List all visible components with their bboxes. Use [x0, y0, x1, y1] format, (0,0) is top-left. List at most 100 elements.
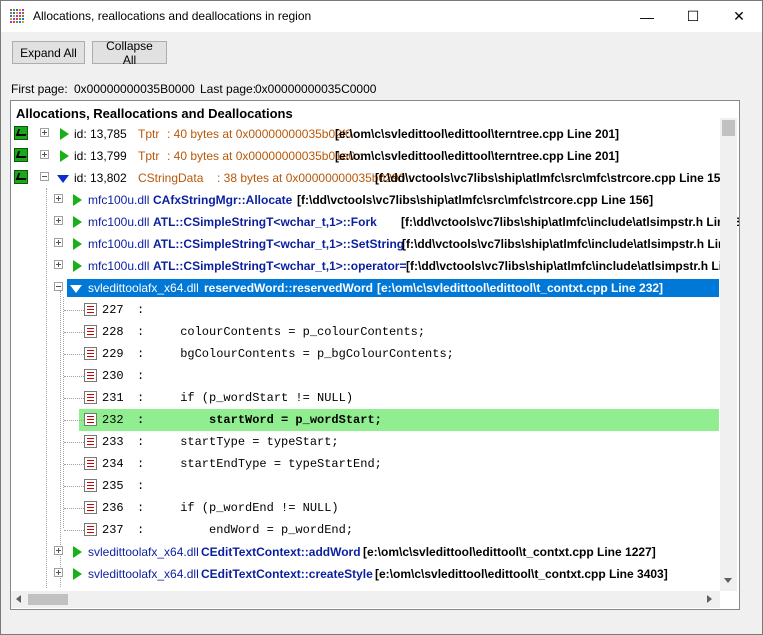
alloc-row[interactable]: id: 13,785 Tptr : 40 bytes at 0x00000000… — [11, 123, 719, 145]
expanded-arrow-icon — [57, 175, 69, 183]
frame-location: [f:\dd\vctools\vc7libs\ship\atlmfc\inclu… — [406, 259, 723, 273]
expand-icon[interactable] — [54, 238, 63, 247]
source-line-row[interactable]: 228 : colourContents = p_colourContents; — [11, 321, 719, 343]
stack-frame-row[interactable]: mfc100u.dll ATL::CSimpleStringT<wchar_t,… — [11, 233, 725, 255]
source-code-text: : — [137, 369, 145, 383]
stack-frame-row[interactable]: svledittoolafx_x64.dll CEditTextContext:… — [11, 541, 719, 563]
frame-dll: svledittoolafx_x64.dll — [88, 281, 199, 295]
line-number: 231 — [102, 391, 124, 405]
stack-frame-row[interactable]: mfc100u.dll ATL::CSimpleStringT<wchar_t,… — [11, 255, 723, 277]
first-page-value: 0x00000000035B0000 — [74, 82, 195, 96]
source-line-row[interactable]: 236: if (p_wordEnd != NULL) — [11, 497, 719, 519]
alloc-row[interactable]: id: 13,799 Tptr : 40 bytes at 0x00000000… — [11, 145, 719, 167]
source-line-row[interactable]: 229 : bgColourContents = p_bgColourConten… — [11, 343, 719, 365]
collapse-all-button[interactable]: Collapse All — [92, 39, 167, 67]
source-line-icon — [84, 391, 97, 404]
play-arrow-icon — [60, 128, 69, 140]
alloc-type: CStringData — [138, 171, 204, 185]
scroll-left-arrow-icon[interactable] — [16, 595, 21, 603]
line-number: 229 — [102, 347, 124, 361]
minimize-button[interactable]: — — [624, 1, 670, 32]
expanded-arrow-icon — [70, 285, 82, 293]
frame-function: ATL::CSimpleStringT<wchar_t,1>::SetStrin… — [153, 237, 405, 251]
source-line-icon — [84, 457, 97, 470]
line-number: 227 — [102, 303, 124, 317]
horizontal-scrollbar[interactable] — [11, 591, 720, 608]
tree-connector — [64, 420, 84, 421]
line-number: 236 — [102, 501, 124, 515]
alloc-location: [f:\dd\vctools\vc7libs\ship\atlmfc\src\m… — [375, 171, 721, 185]
frame-location: [e:\om\c\svledittool\edittool\t_contxt.c… — [363, 545, 656, 559]
source-line-icon — [84, 369, 97, 382]
alloc-location: [e:\om\c\svledittool\edittool\terntree.c… — [335, 149, 620, 163]
allocation-tree[interactable]: Allocations, Reallocations and Deallocat… — [10, 100, 740, 610]
expand-icon[interactable] — [54, 194, 63, 203]
main-window: Allocations, reallocations and deallocat… — [0, 0, 763, 635]
maximize-button[interactable]: ☐ — [670, 1, 716, 32]
source-line-icon — [84, 413, 97, 426]
scroll-down-arrow-icon[interactable] — [724, 578, 732, 583]
expand-icon[interactable] — [54, 568, 63, 577]
play-arrow-icon — [73, 568, 82, 580]
tree-connector — [64, 332, 84, 333]
alloc-size: : 40 bytes at 0x00000000035b02f0 : — [167, 127, 359, 141]
stack-frame-row[interactable]: svledittoolafx_x64.dll CEditTextContext:… — [11, 563, 719, 585]
frame-function: ATL::CSimpleStringT<wchar_t,1>::Fork — [153, 215, 377, 229]
tree-connector — [64, 464, 84, 465]
expand-all-button[interactable]: Expand All — [12, 41, 85, 64]
source-line-row[interactable]: 227: — [11, 299, 719, 321]
frame-dll: mfc100u.dll — [88, 259, 150, 273]
vertical-scrollbar[interactable] — [720, 118, 737, 591]
horizontal-scroll-thumb[interactable] — [28, 594, 68, 605]
source-line-icon — [84, 303, 97, 316]
expand-icon[interactable] — [40, 128, 49, 137]
collapse-icon[interactable] — [54, 282, 63, 291]
source-code-text: : bgColourContents = p_bgColourContents; — [137, 347, 454, 361]
collapse-icon[interactable] — [40, 172, 49, 181]
source-line-icon — [84, 347, 97, 360]
source-line-row[interactable]: 235: — [11, 475, 719, 497]
scroll-right-arrow-icon[interactable] — [707, 595, 712, 603]
frame-function: CEditTextContext::addWord — [201, 545, 361, 559]
alloc-id: id: 13,785 — [74, 127, 127, 141]
title-bar[interactable]: Allocations, reallocations and deallocat… — [1, 1, 762, 32]
source-code-text: : startWord = p_wordStart; — [137, 413, 382, 427]
frame-function: reservedWord::reservedWord — [204, 281, 373, 295]
frame-location: [f:\dd\vctools\vc7libs\ship\atlmfc\inclu… — [401, 215, 740, 229]
expand-icon[interactable] — [54, 260, 63, 269]
tree-connector — [64, 376, 84, 377]
window-title: Allocations, reallocations and deallocat… — [33, 9, 312, 23]
tree-connector — [64, 486, 84, 487]
vertical-scroll-thumb[interactable] — [722, 120, 735, 136]
tree-connector — [64, 354, 84, 355]
stack-frame-row[interactable]: mfc100u.dll ATL::CSimpleStringT<wchar_t,… — [11, 211, 739, 233]
stack-frame-row[interactable]: mfc100u.dll CAfxStringMgr::Allocate [f:\… — [11, 189, 719, 211]
source-line-row[interactable]: 234: startEndType = typeStartEnd; — [11, 453, 719, 475]
source-line-icon — [84, 435, 97, 448]
source-line-row[interactable]: 237: endWord = p_wordEnd; — [11, 519, 719, 541]
frame-dll: mfc100u.dll — [88, 237, 150, 251]
source-code-text: : colourContents = p_colourContents; — [137, 325, 426, 339]
tree-connector — [64, 398, 84, 399]
close-button[interactable]: ✕ — [716, 1, 762, 32]
green-alloc-icon — [14, 148, 28, 162]
expand-icon[interactable] — [54, 546, 63, 555]
line-number: 237 — [102, 523, 124, 537]
alloc-location: [e:\om\c\svledittool\edittool\terntree.c… — [335, 127, 620, 141]
source-line-row[interactable]: 233: startType = typeStart; — [11, 431, 719, 453]
source-line-row[interactable]: 232: startWord = p_wordStart; — [11, 409, 719, 431]
last-page-value: 0x00000000035C0000 — [255, 82, 377, 96]
stack-frame-row-selected[interactable]: svledittoolafx_x64.dll reservedWord::res… — [11, 277, 719, 299]
app-grid-icon — [10, 9, 25, 24]
tree-connector — [64, 530, 84, 531]
expand-icon[interactable] — [54, 216, 63, 225]
line-number: 228 — [102, 325, 124, 339]
source-line-row[interactable]: 231: if (p_wordStart != NULL) — [11, 387, 719, 409]
alloc-row-expanded[interactable]: id: 13,802 CStringData : 38 bytes at 0x0… — [11, 167, 721, 189]
alloc-id: id: 13,802 — [74, 171, 127, 185]
source-line-row[interactable]: 230: — [11, 365, 719, 387]
line-number: 235 — [102, 479, 124, 493]
source-line-icon — [84, 479, 97, 492]
expand-icon[interactable] — [40, 150, 49, 159]
tree-header: Allocations, Reallocations and Deallocat… — [16, 106, 293, 121]
